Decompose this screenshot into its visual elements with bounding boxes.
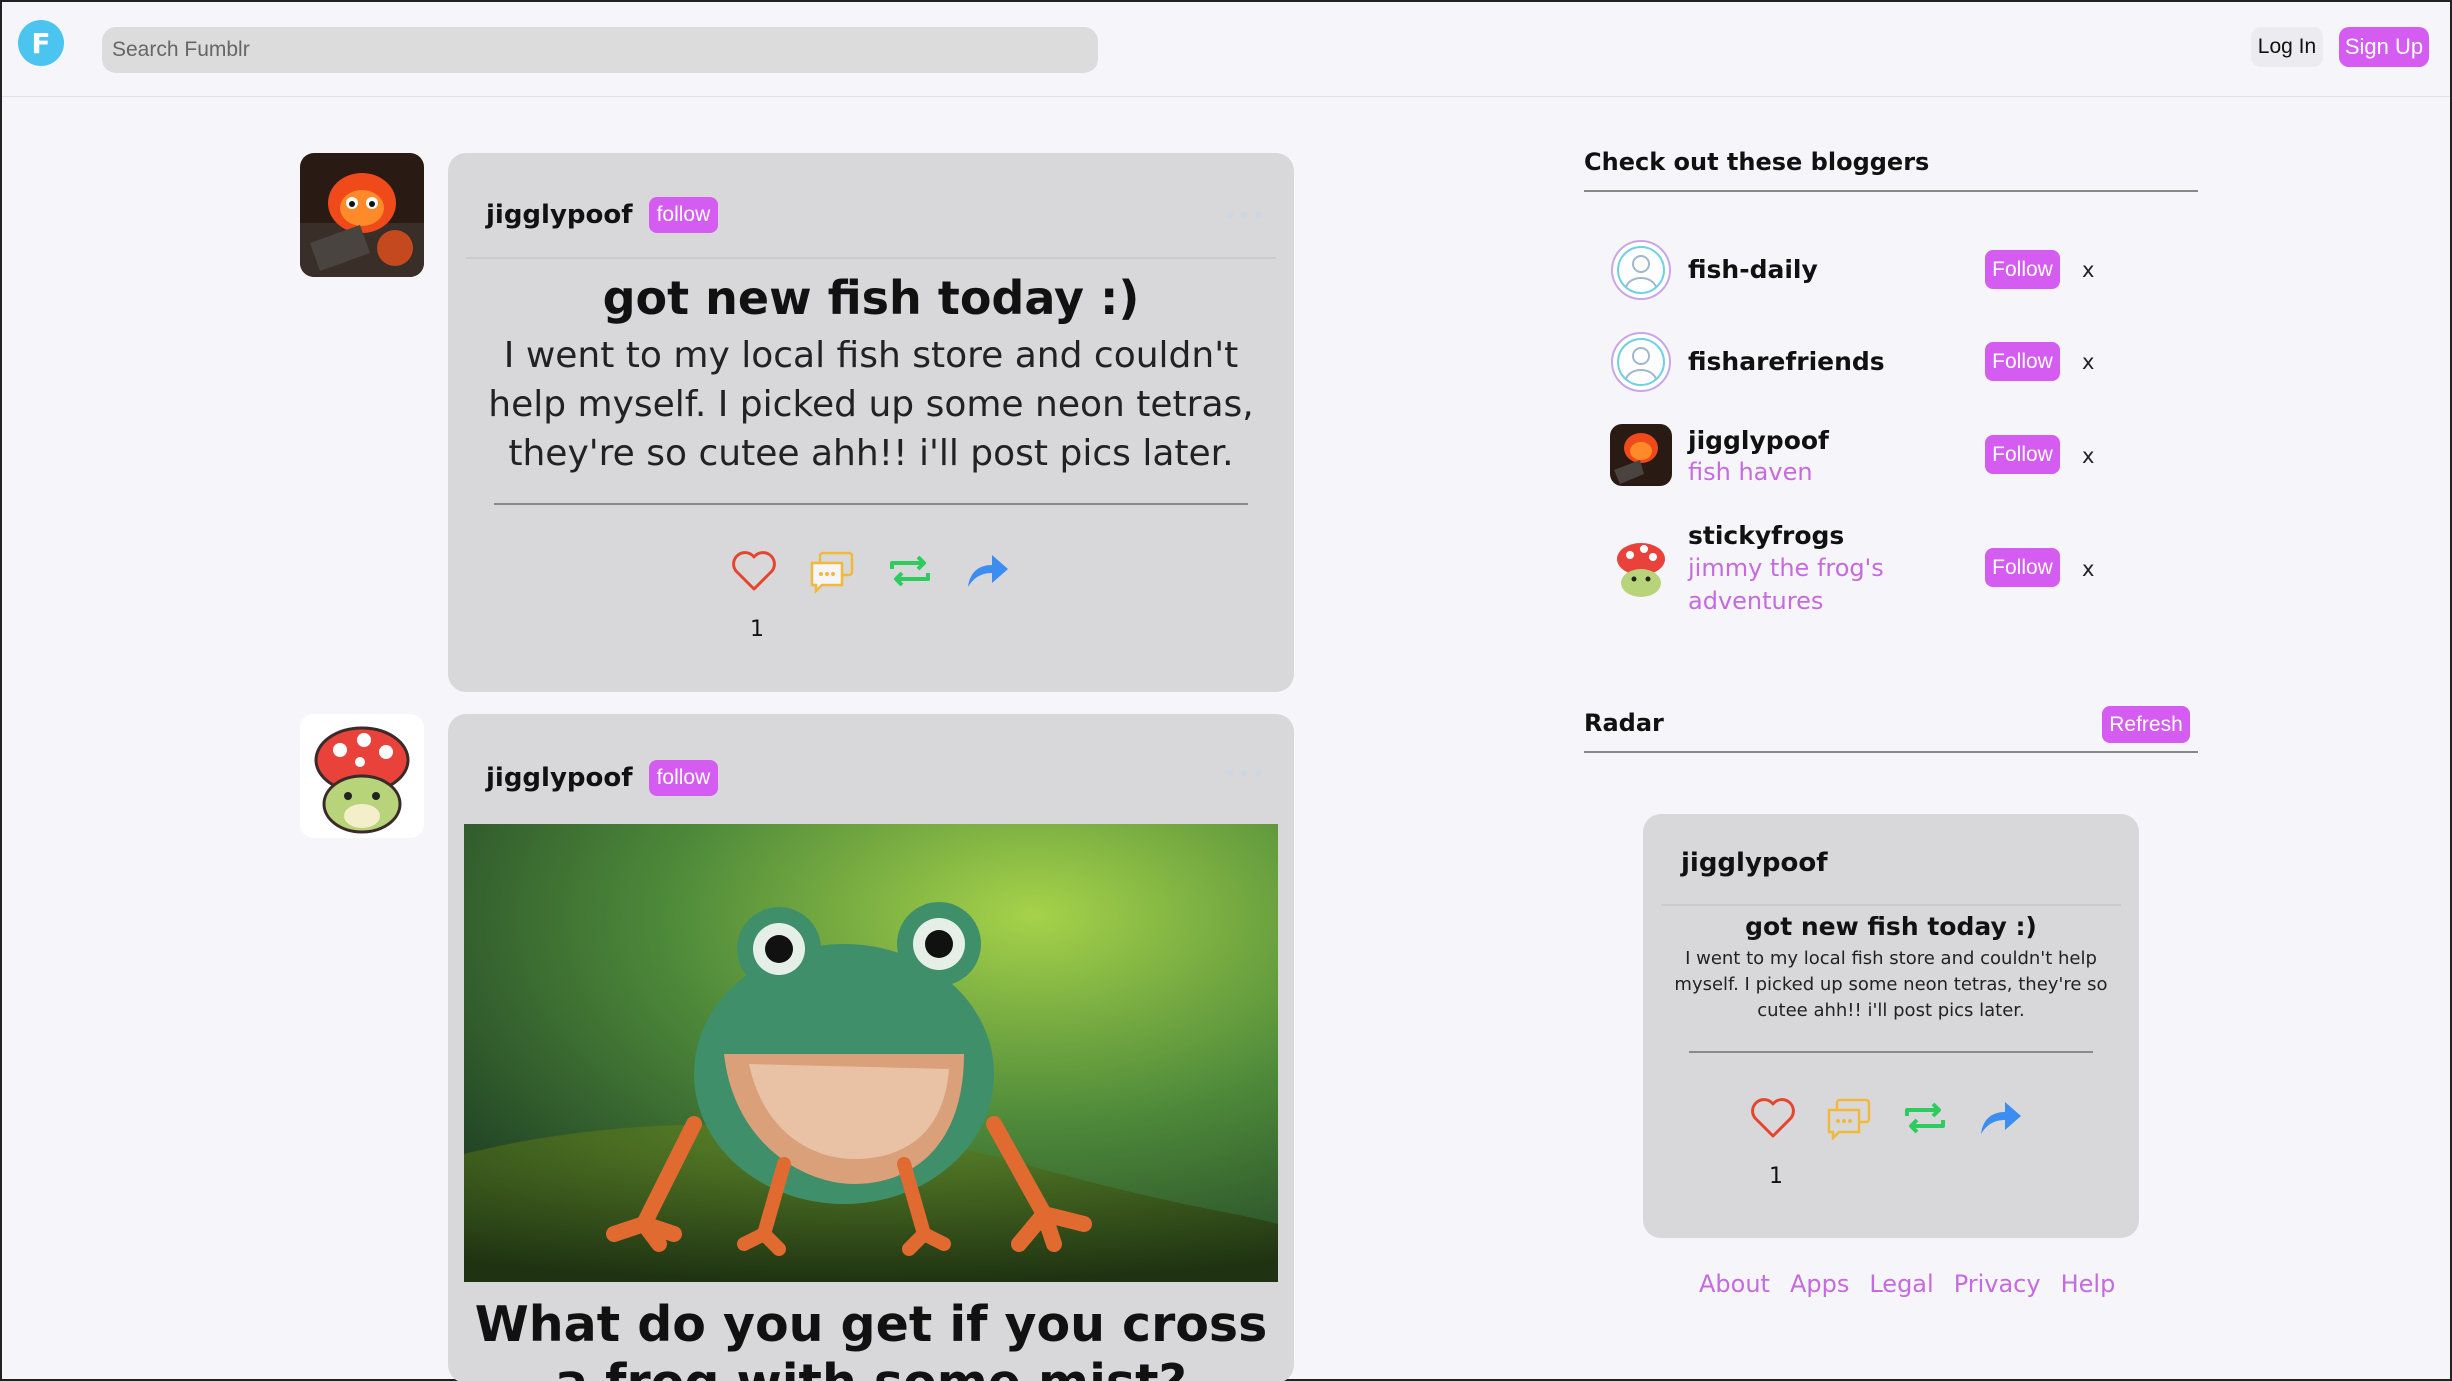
post-actions xyxy=(1749,1094,2025,1142)
dismiss-button[interactable]: x xyxy=(2082,258,2094,282)
frog-photo xyxy=(464,824,1278,1282)
fumblr-logo[interactable]: F xyxy=(18,20,64,66)
user-placeholder-icon[interactable] xyxy=(1610,331,1672,393)
heart-icon[interactable] xyxy=(1749,1094,1797,1142)
footer-link-privacy[interactable]: Privacy xyxy=(1954,1270,2041,1298)
like-count: 1 xyxy=(750,617,764,642)
blogger-name[interactable]: fish-daily xyxy=(1688,255,1818,284)
login-button[interactable]: Log In xyxy=(2251,27,2323,67)
post-username[interactable]: jigglypoof xyxy=(486,200,633,230)
footer-link-about[interactable]: About xyxy=(1699,1270,1770,1298)
footer-link-legal[interactable]: Legal xyxy=(1869,1270,1933,1298)
follow-button[interactable]: Follow xyxy=(1985,342,2060,381)
post-avatar[interactable] xyxy=(300,714,424,838)
dismiss-button[interactable]: x xyxy=(2082,350,2094,374)
blog-title[interactable]: jimmy the frog's xyxy=(1688,552,1884,585)
blog-title[interactable]: fish haven xyxy=(1688,456,1813,489)
follow-button[interactable]: Follow xyxy=(1985,548,2060,587)
follow-button[interactable]: follow xyxy=(648,760,719,796)
share-icon[interactable] xyxy=(1977,1094,2025,1142)
bloggers-section-title: Check out these bloggers xyxy=(1584,148,1930,176)
fire-demon-avatar-image xyxy=(300,153,424,277)
post-header: jigglypoof follow xyxy=(486,760,719,796)
post-title: got new fish today :) xyxy=(602,271,1140,325)
post-avatar[interactable] xyxy=(300,153,424,277)
radar-post-card: jigglypoof got new fish today :) I went … xyxy=(1643,814,2139,1238)
post-card: jigglypoof follow ••• got new fish today… xyxy=(448,153,1294,692)
reblog-icon[interactable] xyxy=(886,547,934,595)
reblog-icon[interactable] xyxy=(1901,1094,1949,1142)
blogger-avatar[interactable] xyxy=(1610,537,1672,599)
top-bar: F Log In Sign Up xyxy=(2,2,2450,97)
divider xyxy=(1661,904,2121,906)
user-placeholder-icon[interactable] xyxy=(1610,239,1672,301)
post-username[interactable]: jigglypoof xyxy=(1681,848,1828,878)
heart-icon[interactable] xyxy=(730,547,778,595)
post-body: I went to my local fish store and couldn… xyxy=(1674,948,2108,1021)
more-options-icon[interactable]: ••• xyxy=(1225,203,1266,227)
divider xyxy=(494,503,1248,505)
dismiss-button[interactable]: x xyxy=(2082,444,2094,468)
comment-icon[interactable] xyxy=(808,547,856,595)
refresh-button[interactable]: Refresh xyxy=(2102,706,2190,743)
post-actions xyxy=(730,547,1012,595)
post-card: jigglypoof follow ••• What do you get if… xyxy=(448,714,1294,1381)
post-username[interactable]: jigglypoof xyxy=(486,763,633,793)
blog-title[interactable]: adventures xyxy=(1688,585,1823,618)
dismiss-button[interactable]: x xyxy=(2082,557,2094,581)
mushroom-frog-avatar-image xyxy=(300,714,424,838)
divider xyxy=(1584,751,2198,753)
share-icon[interactable] xyxy=(964,547,1012,595)
blogger-name[interactable]: fisharefriends xyxy=(1688,347,1885,376)
follow-button[interactable]: Follow xyxy=(1985,250,2060,289)
blogger-avatar[interactable] xyxy=(1610,424,1672,486)
signup-button[interactable]: Sign Up xyxy=(2339,27,2429,67)
more-options-icon[interactable]: ••• xyxy=(1225,762,1266,786)
search-input[interactable] xyxy=(102,27,1098,73)
post-title: got new fish today :) xyxy=(1745,912,2037,941)
follow-button[interactable]: Follow xyxy=(1985,435,2060,474)
post-title: What do you get if you cross a frog with… xyxy=(474,1296,1268,1381)
divider xyxy=(466,257,1276,259)
divider xyxy=(1689,1051,2093,1053)
comment-icon[interactable] xyxy=(1825,1094,1873,1142)
post-body: I went to my local fish store and couldn… xyxy=(488,335,1254,474)
footer-link-apps[interactable]: Apps xyxy=(1790,1270,1849,1298)
blogger-name[interactable]: stickyfrogs xyxy=(1688,521,1844,550)
divider xyxy=(1584,190,2198,192)
follow-button[interactable]: follow xyxy=(648,197,719,233)
radar-section-title: Radar xyxy=(1584,709,1664,737)
blogger-name[interactable]: jigglypoof xyxy=(1688,426,1829,455)
footer-link-help[interactable]: Help xyxy=(2061,1270,2116,1298)
like-count: 1 xyxy=(1769,1164,1783,1189)
footer-links: About Apps Legal Privacy Help xyxy=(1699,1270,2115,1298)
post-header: jigglypoof follow xyxy=(486,197,719,233)
